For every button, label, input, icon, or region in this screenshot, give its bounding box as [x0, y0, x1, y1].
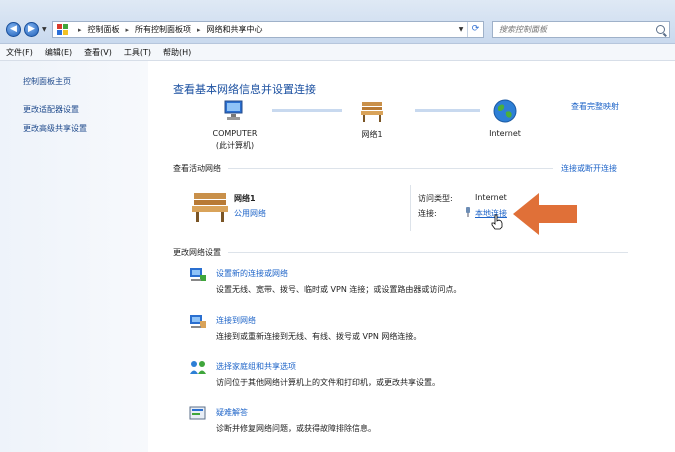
address-dropdown-icon[interactable]: ▼ — [455, 26, 467, 33]
troubleshoot-icon — [189, 406, 206, 420]
computer-name: COMPUTER — [212, 129, 258, 138]
breadcrumb-item[interactable]: 控制面板 — [88, 24, 120, 35]
computer-icon — [224, 100, 243, 120]
connection-plug-icon — [466, 207, 470, 217]
task-connect-network-desc: 连接到或重新连接到无线、有线、拨号或 VPN 网络连接。 — [216, 332, 422, 341]
pointer-arrow-icon — [513, 193, 577, 235]
task-connect-network-link[interactable]: 连接到网络 — [216, 315, 256, 326]
breadcrumb-chevron-icon[interactable]: ▸ — [197, 26, 201, 34]
address-field[interactable]: ▸ 控制面板 ▸ 所有控制面板项 ▸ 网络和共享中心 ▼ ⟳ — [52, 21, 484, 38]
breadcrumb-chevron-icon[interactable]: ▸ — [126, 26, 130, 34]
map-connector — [415, 109, 480, 112]
sidebar-item-home[interactable]: 控制面板主页 — [23, 76, 71, 87]
back-button[interactable]: ◀ — [6, 22, 21, 37]
new-connection-icon — [190, 268, 206, 281]
menu-bar: 文件(F) 编辑(E) 查看(V) 工具(T) 帮助(H) — [0, 44, 675, 61]
menu-edit[interactable]: 编辑(E) — [45, 47, 72, 58]
vertical-divider — [410, 185, 411, 231]
map-connector — [272, 109, 342, 112]
access-type-value: Internet — [475, 193, 507, 202]
sidebar: 控制面板主页 更改适配器设置 更改高级共享设置 — [0, 61, 148, 452]
menu-file[interactable]: 文件(F) — [6, 47, 33, 58]
menu-tools[interactable]: 工具(T) — [124, 47, 151, 58]
menu-help[interactable]: 帮助(H) — [163, 47, 191, 58]
divider — [228, 252, 628, 253]
full-map-link[interactable]: 查看完整映射 — [571, 101, 619, 112]
network-bench-icon — [361, 102, 383, 122]
active-network-name: 网络1 — [234, 194, 256, 203]
divider — [228, 168, 553, 169]
task-new-connection-link[interactable]: 设置新的连接或网络 — [216, 268, 288, 279]
control-panel-icon — [57, 24, 68, 35]
change-settings-heading: 更改网络设置 — [173, 248, 221, 257]
task-homegroup-link[interactable]: 选择家庭组和共享选项 — [216, 361, 296, 372]
internet-name: Internet — [489, 129, 521, 138]
connect-network-icon — [190, 315, 206, 328]
menu-view[interactable]: 查看(V) — [84, 47, 112, 58]
active-networks-heading: 查看活动网络 — [173, 164, 221, 173]
search-box[interactable] — [492, 21, 670, 38]
breadcrumb-chevron-icon[interactable]: ▸ — [78, 26, 82, 34]
bench-icon — [192, 193, 228, 222]
search-icon[interactable] — [656, 25, 665, 34]
network-type-link[interactable]: 公用网络 — [234, 208, 266, 219]
history-dropdown-icon[interactable]: ▼ — [42, 26, 47, 33]
breadcrumb-item[interactable]: 网络和共享中心 — [207, 24, 263, 35]
hand-cursor-icon — [491, 214, 503, 230]
page-title: 查看基本网络信息并设置连接 — [173, 83, 316, 96]
breadcrumb-item[interactable]: 所有控制面板项 — [135, 24, 191, 35]
task-troubleshoot-link[interactable]: 疑难解答 — [216, 407, 248, 418]
connect-disconnect-link[interactable]: 连接或断开连接 — [561, 163, 617, 174]
forward-button[interactable]: ▶ — [24, 22, 39, 37]
task-new-connection-desc: 设置无线、宽带、拨号、临时或 VPN 连接；或设置路由器或访问点。 — [216, 285, 462, 294]
homegroup-icon — [190, 361, 206, 374]
sidebar-item-adapter-settings[interactable]: 更改适配器设置 — [23, 104, 79, 115]
internet-globe-icon — [493, 99, 517, 123]
task-troubleshoot-desc: 诊断并修复网络问题，或获得故障排除信息。 — [216, 424, 376, 433]
access-type-label: 访问类型: — [418, 194, 453, 203]
connection-label: 连接: — [418, 209, 437, 218]
main-content: 查看基本网络信息并设置连接 查看完整映射 COMPUTER (此计算机) 网络1… — [148, 61, 675, 452]
search-input[interactable] — [499, 25, 649, 34]
address-toolbar: ◀ ▶ ▼ ▸ 控制面板 ▸ 所有控制面板项 ▸ 网络和共享中心 ▼ ⟳ — [0, 0, 675, 44]
refresh-icon[interactable]: ⟳ — [467, 22, 483, 37]
network-name: 网络1 — [361, 130, 383, 139]
task-homegroup-desc: 访问位于其他网络计算机上的文件和打印机，或更改共享设置。 — [216, 378, 440, 387]
sidebar-item-advanced-sharing[interactable]: 更改高级共享设置 — [23, 123, 87, 134]
computer-subtitle: (此计算机) — [215, 141, 255, 150]
